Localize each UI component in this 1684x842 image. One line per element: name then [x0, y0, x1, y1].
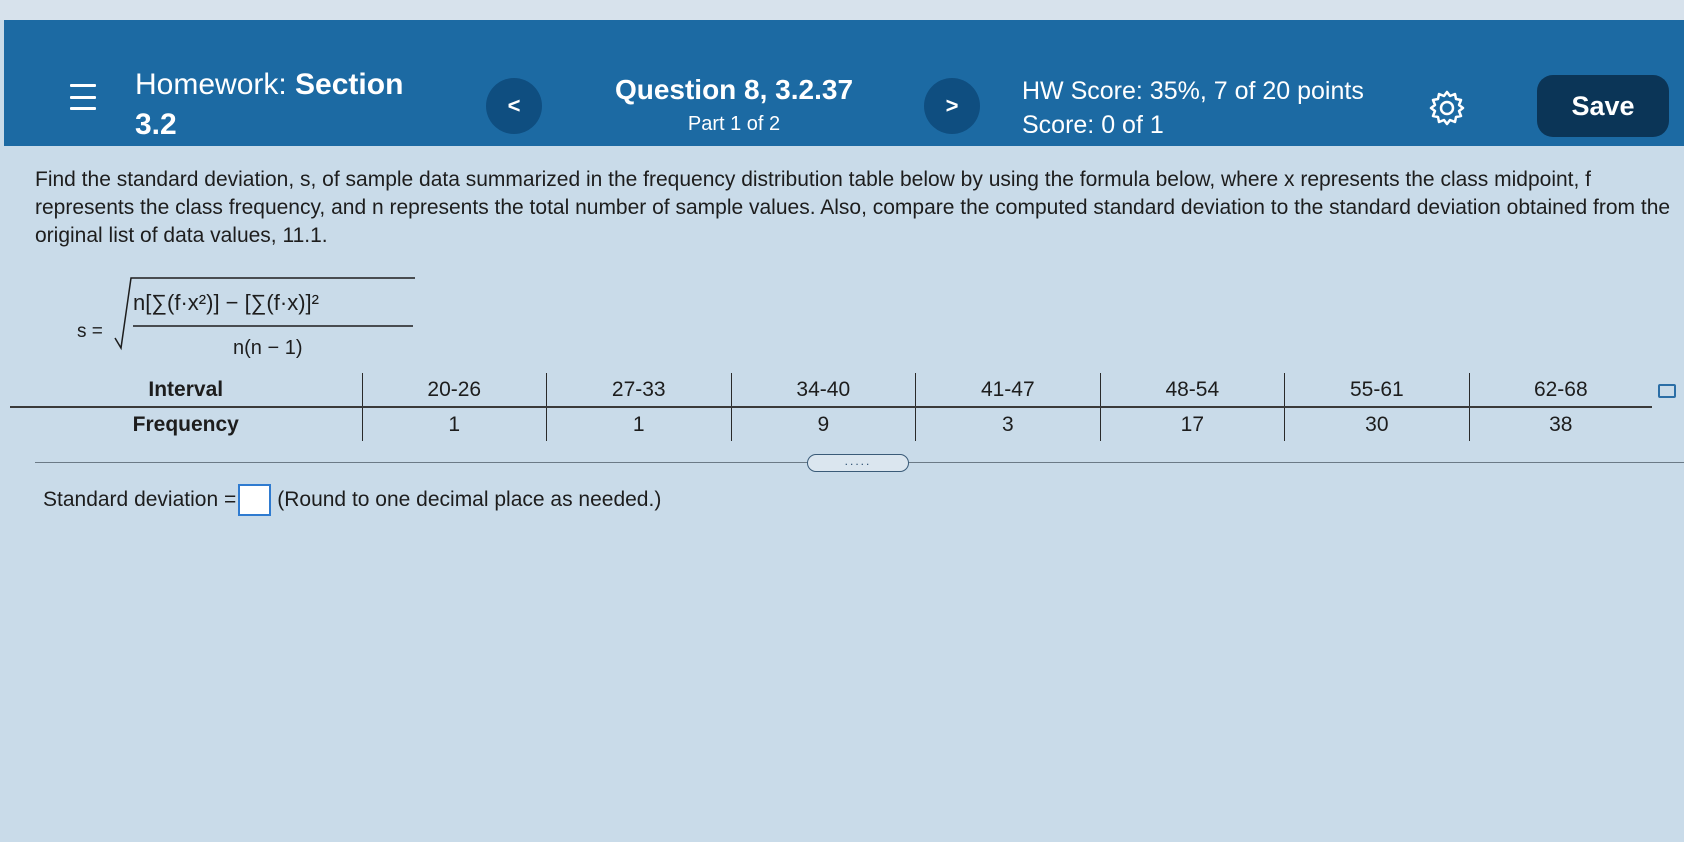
frequency-cell: 9 [730, 407, 916, 441]
frequency-table: Interval 20-26 27-33 34-40 41-47 48-54 5… [10, 373, 1652, 441]
question-title: Question 8, 3.2.37 [614, 74, 854, 105]
std-dev-formula: s = n[∑(f·x²)] − [∑(f·x)]² n(n − 1) [75, 270, 435, 370]
frequency-cell: 30 [1284, 407, 1470, 441]
score-info: HW Score: 35%, 7 of 20 points Score: 0 o… [1022, 74, 1412, 142]
copy-table-icon[interactable] [1658, 384, 1676, 398]
standard-deviation-input[interactable] [238, 484, 272, 516]
interval-cell: 55-61 [1284, 373, 1470, 408]
answer-hint: (Round to one decimal place as needed.) [277, 488, 662, 511]
homework-section: Section [295, 68, 404, 101]
hw-score: HW Score: 35%, 7 of 20 points [1022, 77, 1364, 105]
divider-handle[interactable]: ..... [807, 454, 909, 472]
homework-title: Homework: Section 3.2 [135, 65, 435, 145]
chevron-right-icon: > [945, 93, 959, 118]
homework-prefix: Homework: [135, 68, 287, 101]
interval-cell: 62-68 [1468, 373, 1652, 408]
answer-row: Standard deviation = (Round to one decim… [43, 484, 661, 516]
frequency-header: Frequency [132, 412, 239, 436]
frequency-cell: 3 [915, 407, 1101, 441]
frequency-row: Frequency 1 1 9 3 17 30 38 [10, 407, 1652, 441]
interval-cell: 34-40 [730, 373, 916, 408]
answer-label: Standard deviation = [43, 488, 237, 511]
interval-cell: 48-54 [1099, 373, 1285, 408]
next-question-button[interactable]: > [924, 78, 980, 134]
question-info: Question 8, 3.2.37 Part 1 of 2 [564, 72, 904, 138]
hamburger-menu-icon[interactable] [70, 84, 98, 110]
formula-numerator: n[∑(f·x²)] − [∑(f·x)]² [133, 290, 319, 315]
homework-number: 3.2 [135, 108, 177, 141]
frequency-cell: 38 [1468, 407, 1652, 441]
question-part: Part 1 of 2 [687, 113, 781, 135]
save-button[interactable]: Save [1537, 75, 1669, 137]
interval-cell: 27-33 [546, 373, 732, 408]
frequency-cell: 1 [361, 407, 547, 441]
header-bar: Homework: Section 3.2 < Question 8, 3.2.… [4, 20, 1684, 146]
interval-header: Interval [10, 373, 362, 408]
frequency-cell: 17 [1099, 407, 1285, 441]
top-strip [0, 0, 1684, 20]
formula-lhs: s = [77, 321, 103, 342]
formula-denominator: n(n − 1) [233, 337, 302, 359]
question-text: Find the standard deviation, s, of sampl… [35, 168, 1671, 247]
previous-question-button[interactable]: < [486, 78, 542, 134]
frequency-cell: 1 [546, 407, 732, 441]
interval-cell: 20-26 [361, 373, 547, 408]
interval-row: Interval 20-26 27-33 34-40 41-47 48-54 5… [10, 373, 1652, 408]
gear-icon[interactable] [1429, 90, 1465, 126]
chevron-left-icon: < [507, 93, 521, 118]
question-score: Score: 0 of 1 [1022, 111, 1164, 139]
interval-cell: 41-47 [915, 373, 1101, 408]
